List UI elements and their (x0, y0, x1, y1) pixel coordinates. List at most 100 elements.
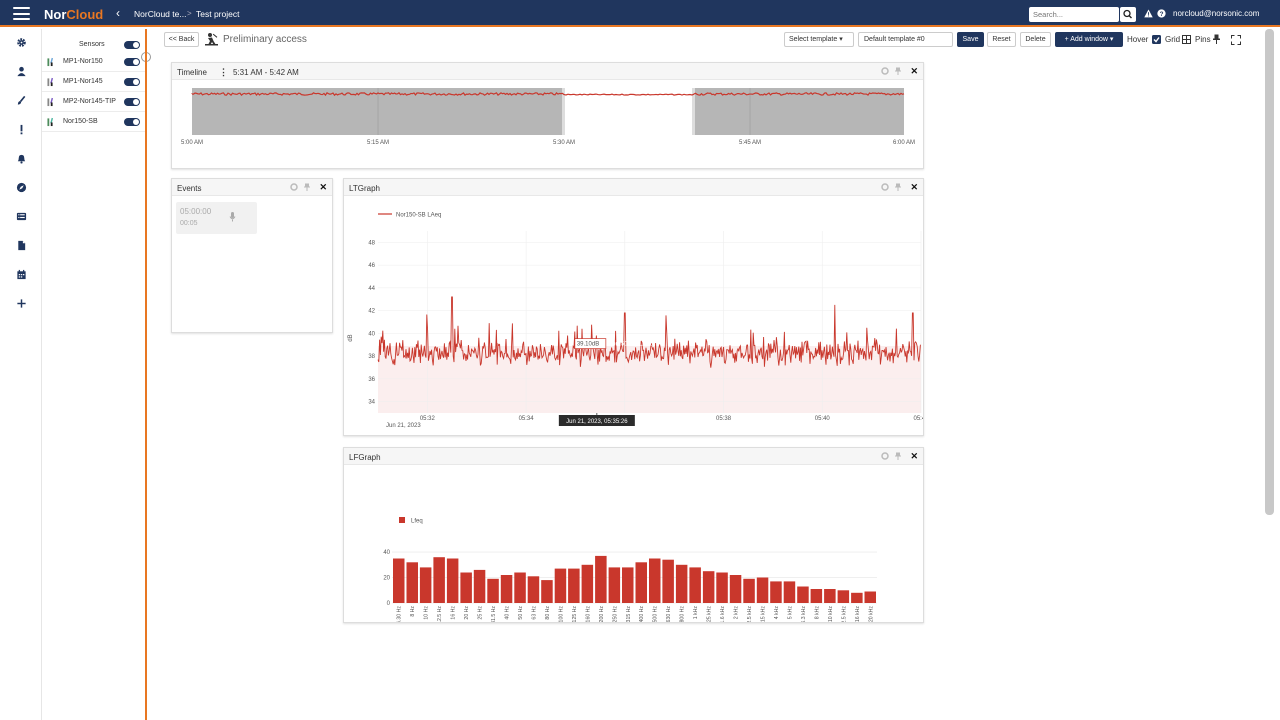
bar[interactable] (635, 562, 648, 603)
compass-icon[interactable] (16, 182, 27, 193)
reset-button[interactable]: Reset (987, 32, 1016, 47)
close-icon[interactable]: ✕ (319, 182, 327, 193)
hover-checkbox[interactable] (1152, 35, 1161, 44)
timeline-menu-icon[interactable]: ⋮ (219, 67, 228, 78)
bar[interactable] (675, 564, 688, 603)
pin-icon[interactable] (894, 452, 902, 460)
warning-icon[interactable] (1144, 9, 1153, 18)
bar[interactable] (689, 567, 701, 603)
bar[interactable] (419, 567, 432, 603)
bar[interactable] (581, 564, 594, 603)
timeline-chart[interactable]: 5:00 AM 5:15 AM 5:30 AM 5:45 AM 6:00 AM (172, 80, 925, 168)
sensors-master-toggle[interactable] (124, 41, 140, 49)
sensor-row[interactable]: Nor150-SB (42, 112, 146, 132)
sensor-row[interactable]: MP2-Nor145-TIP (42, 92, 146, 112)
bar[interactable] (837, 590, 850, 603)
list-icon[interactable] (16, 211, 27, 222)
bar[interactable] (473, 569, 486, 603)
sensor-microphone-icon (47, 97, 54, 107)
grid-icon[interactable] (1182, 35, 1191, 44)
bar[interactable] (568, 568, 580, 603)
bar[interactable] (783, 581, 796, 603)
legend-label[interactable]: Nor150-SB LAeq (396, 213, 441, 219)
bar[interactable] (716, 572, 728, 604)
event-card[interactable]: 05:00:00 00:05 (176, 202, 257, 234)
save-button[interactable]: Save (957, 32, 984, 47)
bar[interactable] (500, 575, 513, 603)
legend-label[interactable]: Lfeq (411, 519, 423, 525)
breadcrumb-organization[interactable]: NorCloud te... (134, 9, 186, 19)
sensor-panel-divider[interactable] (145, 29, 147, 720)
settings-icon[interactable] (881, 183, 889, 191)
bar[interactable] (797, 586, 809, 604)
bar[interactable] (541, 580, 553, 603)
back-button[interactable]: << Back (164, 32, 199, 47)
close-icon[interactable]: ✕ (910, 66, 918, 77)
pin-icon[interactable] (894, 67, 902, 75)
bar[interactable] (864, 591, 877, 604)
hover-tooltip: 39.10dB Nor150-SB LAeq (574, 338, 653, 349)
menu-icon[interactable] (13, 7, 30, 20)
select-template-dropdown[interactable]: Select template ▾ (784, 32, 854, 47)
bar[interactable] (851, 592, 863, 603)
lfgraph-chart[interactable]: Lfeq 40 20 0 6.30 Hz 8 Hz 10 Hz 12.5 Hz 16 Hz 2… (344, 465, 923, 622)
user-email[interactable]: norcloud@norsonic.com (1173, 9, 1259, 18)
bar[interactable] (460, 572, 472, 604)
gear-icon[interactable] (16, 37, 27, 48)
add-window-button[interactable]: + Add window ▾ (1055, 32, 1123, 47)
search-button[interactable] (1120, 7, 1136, 22)
bar[interactable] (810, 589, 823, 603)
bar[interactable] (406, 562, 419, 603)
template-name-input[interactable]: Default template #0 (858, 32, 953, 47)
close-icon[interactable]: ✕ (910, 182, 918, 193)
pin-icon[interactable] (1212, 34, 1221, 44)
brush-icon[interactable] (16, 95, 27, 106)
bar[interactable] (729, 575, 742, 603)
alert-icon[interactable] (16, 124, 27, 135)
bar[interactable] (770, 581, 782, 603)
bar[interactable] (608, 567, 621, 603)
bar[interactable] (595, 555, 607, 603)
sensor-row[interactable]: MP1-Nor145 (42, 72, 146, 92)
settings-icon[interactable] (881, 452, 889, 460)
bar[interactable] (649, 558, 661, 604)
help-icon[interactable]: ? (1157, 9, 1166, 18)
bar[interactable] (487, 578, 499, 603)
bar[interactable] (527, 576, 540, 603)
close-icon[interactable]: ✕ (910, 451, 918, 462)
bell-icon[interactable] (16, 153, 27, 164)
sensor-toggle[interactable] (124, 98, 140, 106)
bar[interactable] (393, 558, 405, 604)
settings-icon[interactable] (290, 183, 298, 191)
bar[interactable] (662, 559, 674, 603)
bar[interactable] (702, 571, 715, 603)
breadcrumb-project[interactable]: Test project (196, 9, 239, 19)
sensor-toggle[interactable] (124, 78, 140, 86)
sensor-toggle[interactable] (124, 118, 140, 126)
back-chevron-icon[interactable]: ‹ (116, 6, 120, 20)
ltgraph-chart[interactable]: Nor150-SB LAeq 48 46 44 42 40 38 36 34 dB 05:32… (344, 196, 923, 435)
pin-icon[interactable] (303, 183, 311, 191)
fullscreen-icon[interactable] (1231, 35, 1241, 45)
x-tick-label: 5 kHz (787, 606, 793, 620)
calendar-icon[interactable] (16, 269, 27, 280)
settings-icon[interactable] (881, 67, 889, 75)
bar[interactable] (446, 558, 459, 604)
document-icon[interactable] (16, 240, 27, 251)
bar[interactable] (433, 557, 445, 603)
sensor-row[interactable]: MP1-Nor150 (42, 52, 146, 72)
bar[interactable] (622, 567, 634, 603)
plus-icon[interactable] (16, 298, 27, 309)
sensor-toggle[interactable] (124, 58, 140, 66)
x-tick-label: 12.5 Hz (437, 606, 443, 622)
delete-button[interactable]: Delete (1020, 32, 1051, 47)
search-input[interactable] (1029, 7, 1119, 22)
bar[interactable] (824, 589, 836, 603)
user-icon[interactable] (16, 66, 27, 77)
bar[interactable] (756, 577, 769, 604)
bar[interactable] (554, 568, 567, 603)
bar[interactable] (743, 578, 755, 603)
bar[interactable] (514, 572, 526, 604)
page-scrollbar[interactable] (1265, 29, 1274, 515)
pin-icon[interactable] (894, 183, 902, 191)
